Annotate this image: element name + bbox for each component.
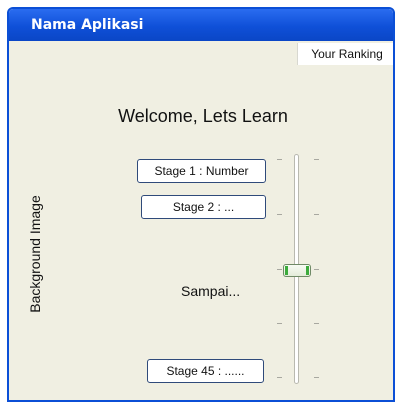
slider-tick: [277, 323, 282, 324]
slider-tick: [314, 323, 319, 324]
stage-slider-thumb[interactable]: [283, 264, 311, 277]
slider-tick: [314, 377, 319, 378]
background-image-label: Background Image: [27, 195, 43, 313]
window-title: Nama Aplikasi: [31, 17, 144, 33]
ranking-link[interactable]: Your Ranking: [297, 43, 393, 65]
title-bar[interactable]: Nama Aplikasi: [9, 9, 393, 41]
slider-tick: [314, 214, 319, 215]
welcome-heading: Welcome, Lets Learn: [118, 106, 288, 126]
stage-45-button[interactable]: Stage 45 : ......: [147, 359, 264, 383]
slider-tick: [277, 377, 282, 378]
slider-tick: [277, 269, 282, 270]
stage-2-button[interactable]: Stage 2 : ...: [141, 195, 266, 219]
slider-tick: [277, 159, 282, 160]
stage-1-button[interactable]: Stage 1 : Number: [137, 159, 266, 183]
app-window: Nama Aplikasi Your Ranking Welcome, Lets…: [7, 7, 395, 402]
slider-tick: [314, 269, 319, 270]
slider-tick: [314, 159, 319, 160]
slider-tick: [277, 214, 282, 215]
sampai-text: Sampai...: [181, 283, 241, 299]
